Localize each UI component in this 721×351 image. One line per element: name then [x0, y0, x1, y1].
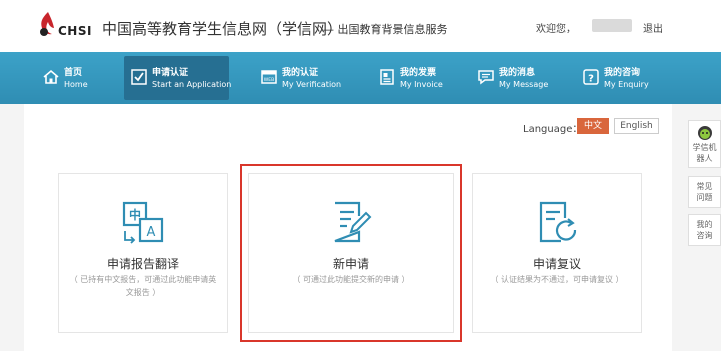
svg-text:?: ?	[588, 74, 594, 85]
logout-link[interactable]: 退出	[643, 20, 663, 35]
invoice-icon	[380, 69, 394, 85]
main-content: Language： 中文 English 中 A 申请报告翻译 （ 已持有中文报…	[24, 104, 672, 351]
language-option-english[interactable]: English	[614, 118, 659, 134]
new-application-highlight	[240, 164, 462, 342]
logo-text: CHSI	[58, 24, 92, 38]
nav-item-my-message[interactable]: 我的消息 My Message	[471, 56, 551, 100]
card-title: 申请报告翻译	[106, 257, 179, 271]
card-description: （ 已持有中文报告，可通过此功能申请英文报告 ）	[69, 275, 217, 297]
welcome-text: 欢迎您，	[536, 24, 576, 35]
message-icon	[478, 70, 494, 85]
card-reconsideration[interactable]: 申请复议 （ 认证结果为不通过，可申请复议 ）	[472, 173, 642, 333]
side-btn-faq[interactable]: 常见问题	[688, 176, 721, 208]
username-redacted	[592, 19, 632, 32]
nav-my-invoice-cn: 我的发票	[400, 68, 437, 78]
nav-my-message-cn: 我的消息	[499, 68, 536, 78]
nav-my-message-en: My Message	[499, 80, 549, 89]
language-option-chinese[interactable]: 中文	[577, 118, 609, 134]
nav-my-verification-cn: 我的认证	[282, 68, 319, 78]
svg-text:A: A	[147, 225, 156, 240]
nav-item-my-enquiry[interactable]: ? 我的咨询 My Enquiry	[576, 56, 656, 100]
side-btn-enquiry[interactable]: 我的咨询	[688, 214, 721, 246]
side-btn-faq-label: 常见问题	[696, 182, 713, 202]
side-btn-robot-label: 学信机器人	[692, 143, 717, 163]
card-description: （ 认证结果为不通过，可申请复议 ）	[490, 275, 624, 284]
nav-my-enquiry-cn: 我的咨询	[604, 68, 641, 78]
nav-my-verification-en: My Verification	[282, 80, 342, 89]
nav-item-home[interactable]: 首页 Home	[36, 56, 96, 100]
robot-icon	[697, 126, 712, 140]
header: CHSI 中国高等教育学生信息网（学信网） — 出国教育背景信息服务 欢迎您， …	[0, 0, 721, 52]
web-icon: WEB	[261, 70, 277, 84]
home-icon	[43, 69, 59, 84]
chsi-logo[interactable]: CHSI	[36, 10, 94, 42]
reconsideration-icon	[539, 201, 577, 243]
site-title: 中国高等教育学生信息网（学信网）	[102, 20, 343, 38]
side-btn-robot[interactable]: 学信机器人	[688, 120, 721, 168]
nav-item-my-verification[interactable]: WEB 我的认证 My Verification	[254, 56, 344, 100]
site-subtitle: — 出国教育背景信息服务	[323, 23, 448, 36]
side-btn-enquiry-label: 我的咨询	[696, 220, 713, 240]
svg-text:WEB: WEB	[264, 77, 274, 83]
nav-home-en: Home	[64, 80, 88, 89]
nav-item-my-invoice[interactable]: 我的发票 My Invoice	[372, 56, 447, 100]
card-report-translation[interactable]: 中 A 申请报告翻译 （ 已持有中文报告，可通过此功能申请英文报告 ）	[58, 173, 228, 333]
flame-logo-icon	[40, 12, 54, 36]
question-icon: ?	[583, 69, 599, 85]
nav-start-application-en: Start an Application	[152, 80, 232, 89]
main-nav: 首页 Home 申请认证 Start an Application WEB 我的…	[0, 52, 721, 104]
checkbox-icon	[131, 69, 147, 85]
language-label: Language：	[523, 124, 583, 135]
nav-start-application-cn: 申请认证	[152, 68, 189, 78]
nav-my-invoice-en: My Invoice	[400, 80, 443, 89]
nav-my-enquiry-en: My Enquiry	[604, 80, 649, 89]
card-title: 申请复议	[532, 257, 581, 271]
nav-item-start-application[interactable]: 申请认证 Start an Application	[124, 56, 232, 100]
nav-home-cn: 首页	[64, 68, 83, 78]
translate-icon: 中 A	[122, 201, 164, 244]
